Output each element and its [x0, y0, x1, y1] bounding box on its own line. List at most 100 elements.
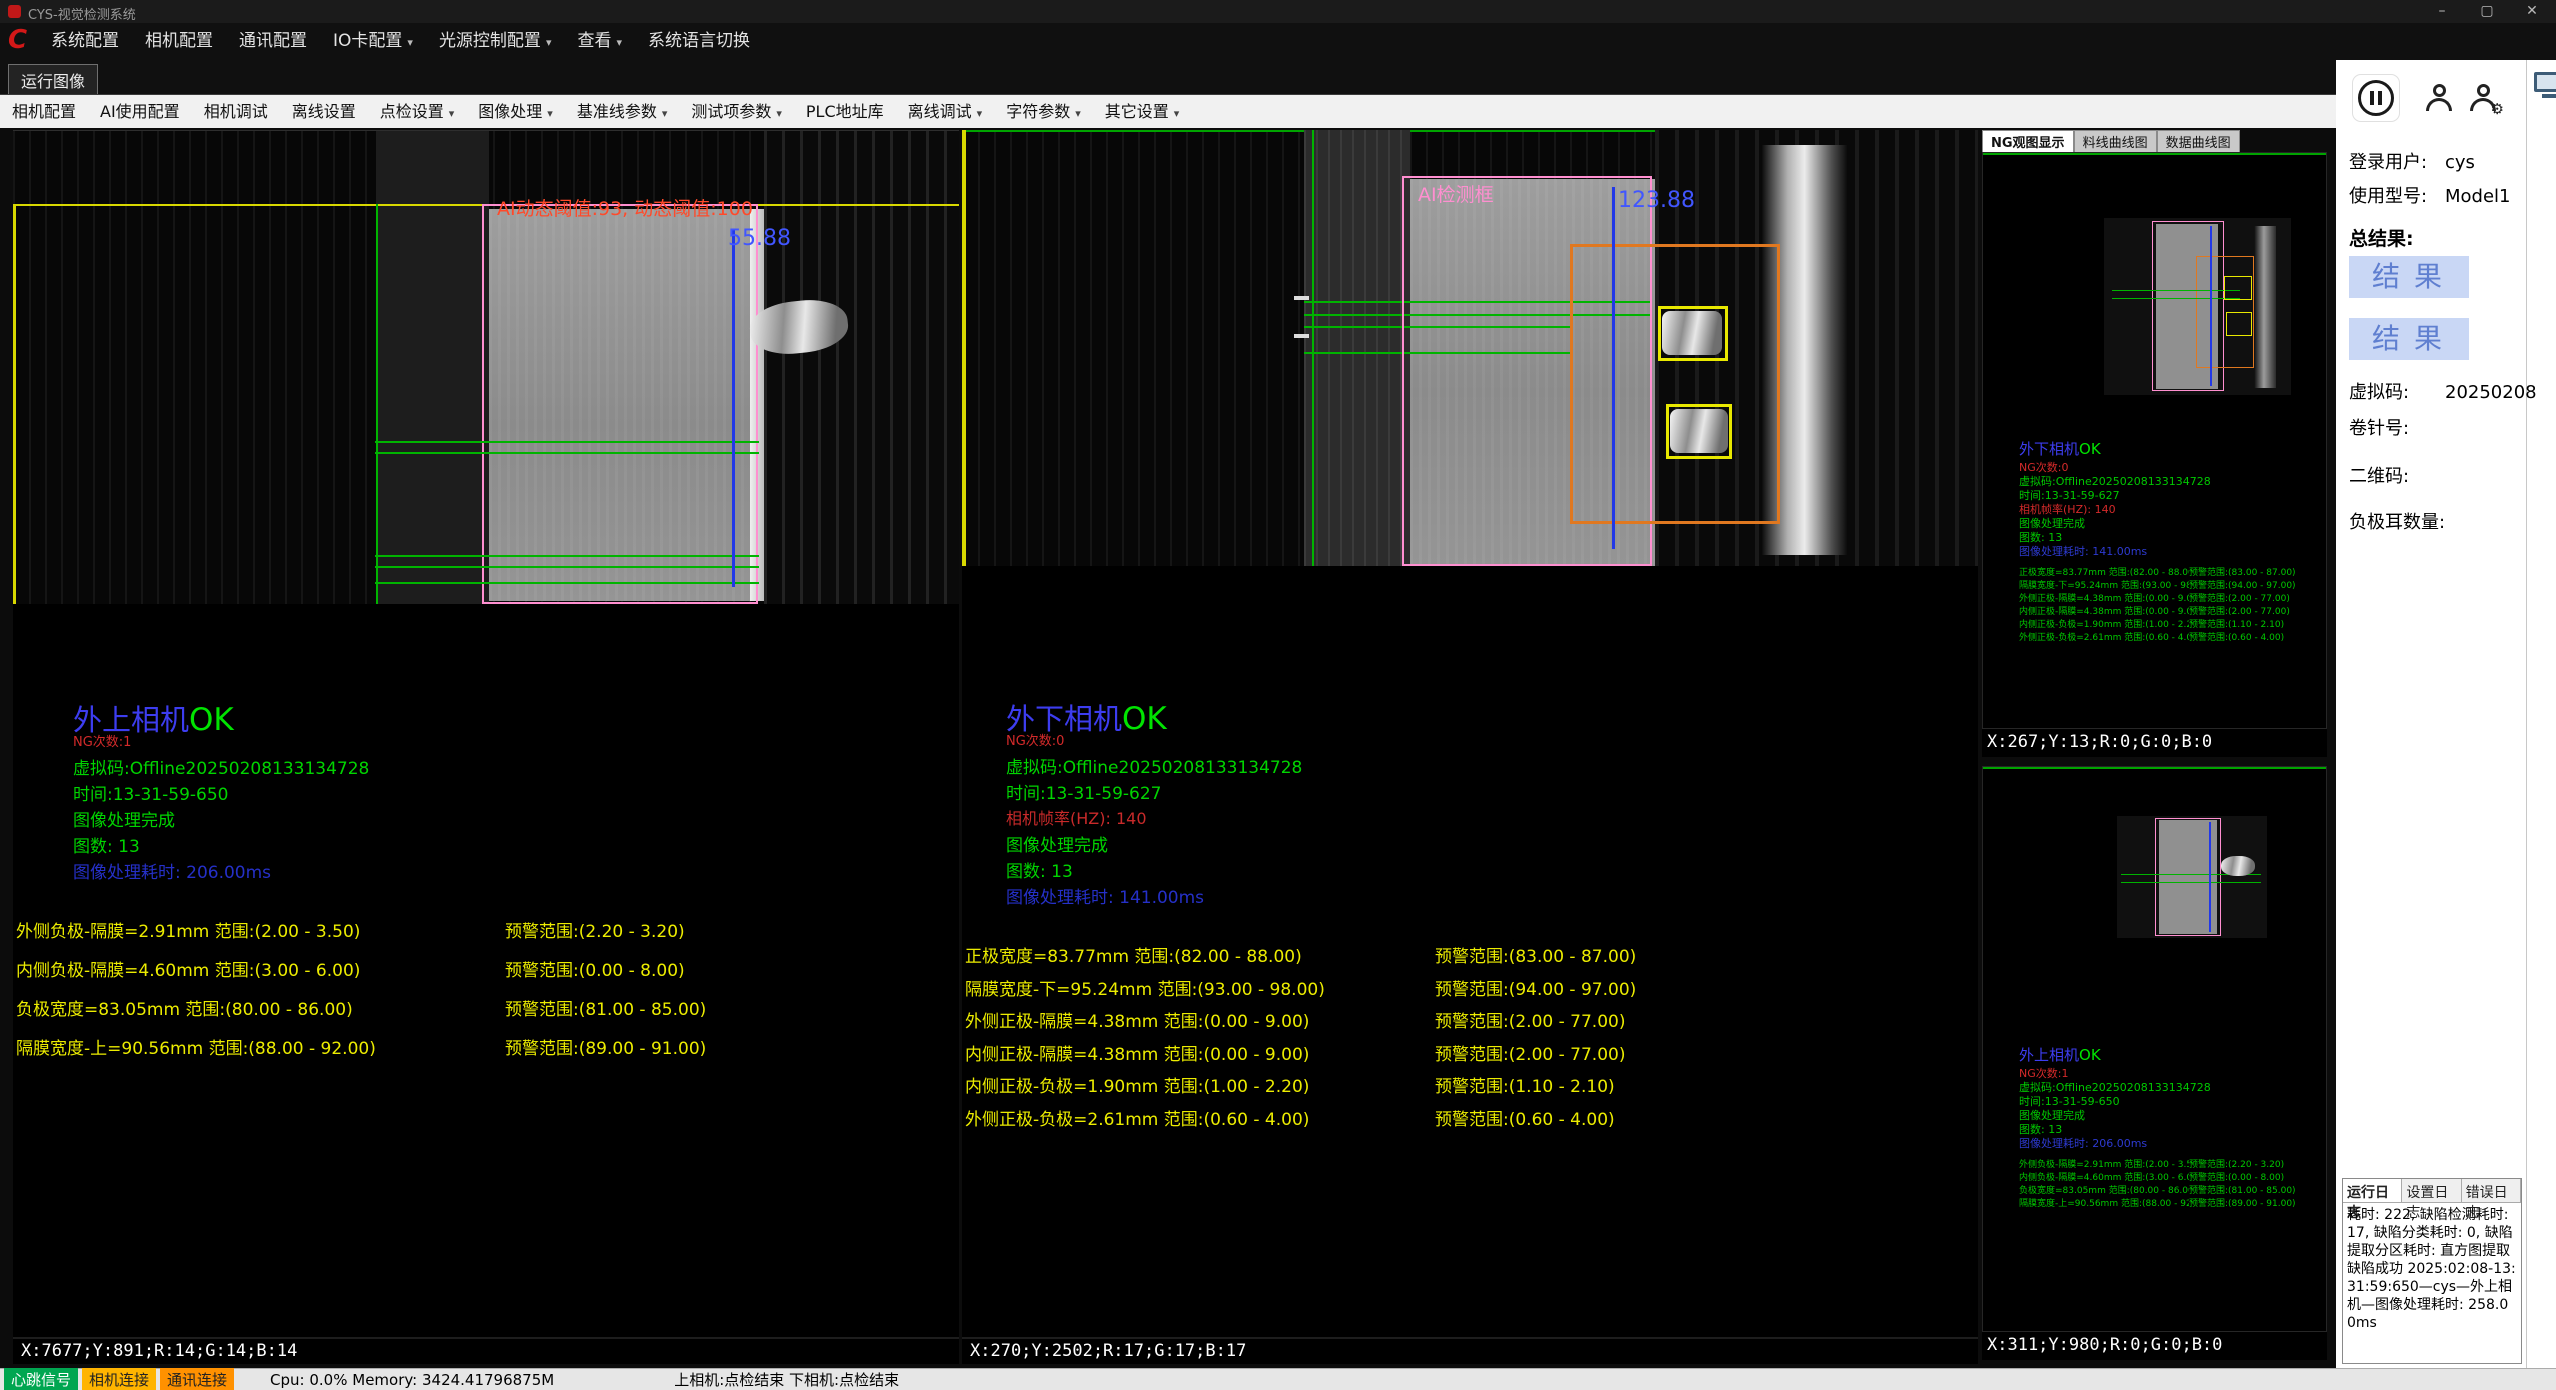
mini-measure-row: 隔膜宽度-下=95.24mm 范围:(93.00 - 98.00)预警范围:(9…: [2019, 578, 2324, 591]
menu-bar: C 系统配置 相机配置 通讯配置 IO卡配置 光源控制配置 查看 系统语言切换: [0, 23, 2556, 60]
preview-bottom-coords: X:311;Y:980;R:0;G:0;B:0: [1982, 1332, 2327, 1360]
image-texture: [376, 131, 489, 604]
toolbar-item-ai-config[interactable]: AI使用配置: [88, 95, 192, 129]
preview-top-coords: X:267;Y:13;R:0;G:0;B:0: [1982, 729, 2327, 757]
ai-threshold-label: AI动态阈值:93, 动态阈值:100: [497, 194, 753, 221]
camera-view-lower[interactable]: AI检测框 123.88 外下相机OK NG次数:0 虚拟码:Offline20…: [962, 130, 1978, 1337]
reference-green-line: [376, 204, 378, 604]
metal-tab: [1670, 409, 1728, 453]
time-text: 时间:13-31-59-650: [73, 780, 228, 805]
qr-code-row: 二维码:: [2349, 462, 2409, 488]
menu-item-language-switch[interactable]: 系统语言切换: [635, 23, 763, 60]
preview-ng-upper[interactable]: 外上相机OK NG次数:1 虚拟码:Offline202502081331347…: [1982, 766, 2327, 1332]
heartbeat-badge: 心跳信号: [4, 1368, 78, 1390]
pause-button[interactable]: [2352, 74, 2400, 122]
ai-detect-box-label: AI检测框: [1418, 180, 1494, 207]
roi-pink-box: [482, 204, 758, 604]
maximize-button[interactable]: ▢: [2466, 0, 2508, 23]
time-text: 时间:13-31-59-627: [1006, 779, 1161, 804]
measurement-row: 内侧正极-隔膜=4.38mm 范围:(0.00 - 9.00)预警范围:(2.0…: [965, 1040, 1978, 1065]
mini-measure-row: 内侧正极-负极=1.90mm 范围:(1.00 - 2.20)预警范围:(1.1…: [2019, 617, 2324, 630]
marker-dash: [1294, 334, 1309, 338]
tab-settings-log[interactable]: 设置日志: [2402, 1179, 2461, 1202]
frame-count-text: 图数: 13: [1006, 857, 1073, 882]
mini-image: [2117, 816, 2267, 938]
status-bar: 心跳信号 相机连接 通讯连接 Cpu: 0.0% Memory: 3424.41…: [0, 1368, 2556, 1390]
mini-measure-row: 外侧负极-隔膜=2.91mm 范围:(2.00 - 3.50)预警范围:(2.2…: [2019, 1157, 2324, 1170]
toolbar-item-spot-check[interactable]: 点检设置: [368, 95, 467, 129]
monitor-icon: [2534, 72, 2556, 92]
measurement-row: 负极宽度=83.05mm 范围:(80.00 - 86.00)预警范围:(81.…: [16, 995, 959, 1020]
mini-text-line: 图像处理耗时: 141.00ms: [2019, 543, 2147, 559]
cpu-memory-text: Cpu: 0.0% Memory: 3424.41796875M: [270, 1371, 554, 1389]
menu-item-system-config[interactable]: 系统配置: [38, 23, 132, 60]
camera-view-upper[interactable]: AI动态阈值:93, 动态阈值:100 55.88 外上相机OK NG次数:1 …: [13, 130, 959, 1337]
virtual-code-value: 20250208: [2445, 382, 2537, 403]
measurement-row: 隔膜宽度-下=95.24mm 范围:(93.00 - 98.00)预警范围:(9…: [965, 975, 1978, 1000]
toolbar-item-test-params[interactable]: 测试项参数: [679, 95, 794, 129]
toolbar-item-char-params[interactable]: 字符参数: [994, 95, 1093, 129]
process-done-text: 图像处理完成: [1006, 831, 1108, 856]
edge-yellow-line: [13, 204, 16, 604]
log-panel: 运行日志 设置日志 错误日志 耗时: 222, 缺陷检测耗时: 17, 缺陷分类…: [2342, 1178, 2522, 1364]
elapsed-text: 图像处理耗时: 206.00ms: [73, 858, 271, 883]
log-text: 耗时: 222, 缺陷检测耗时: 17, 缺陷分类耗时: 0, 缺陷提取分区耗时…: [2343, 1203, 2521, 1361]
tab-run-image[interactable]: 运行图像: [8, 64, 98, 96]
model-value: Model1: [2445, 186, 2511, 207]
frame-rate-text: 相机帧率(HZ): 140: [1006, 805, 1147, 829]
app-window: CYS-视觉检测系统 – ▢ ✕ C 系统配置 相机配置 通讯配置 IO卡配置 …: [0, 0, 2556, 1390]
preview-ng-lower[interactable]: 外下相机OK NG次数:0 虚拟码:Offline202502081331347…: [1982, 152, 2327, 729]
mini-measure-row: 外侧正极-隔膜=4.38mm 范围:(0.00 - 9.00)预警范围:(2.0…: [2019, 591, 2324, 604]
user-button[interactable]: [2422, 82, 2456, 116]
total-result-label: 总结果:: [2349, 224, 2414, 251]
ng-count-text: NG次数:1: [73, 731, 131, 750]
tab-run-log[interactable]: 运行日志: [2343, 1179, 2402, 1202]
login-user-value: cys: [2445, 152, 2475, 173]
menu-item-io-card-config[interactable]: IO卡配置: [320, 23, 426, 60]
virtual-code-text: 虚拟码:Offline20250208133134728: [1006, 753, 1302, 778]
menu-item-camera-config[interactable]: 相机配置: [132, 23, 226, 60]
toolbar-item-offline-debug[interactable]: 离线调试: [896, 95, 995, 129]
tab-ng-view[interactable]: NG观图显示: [1982, 130, 2074, 152]
measure-green-line: [2112, 290, 2240, 291]
minimize-button[interactable]: –: [2421, 0, 2463, 23]
result-badge-1: 结果: [2349, 256, 2469, 298]
tab-line-chart[interactable]: 料线曲线图: [2074, 130, 2157, 152]
measurement-row: 外侧负极-隔膜=2.91mm 范围:(2.00 - 3.50)预警范围:(2.2…: [16, 917, 959, 942]
toolbar-item-camera-config[interactable]: 相机配置: [0, 95, 88, 129]
measure-blue-line: [1612, 187, 1615, 549]
user-settings-button[interactable]: ⚙: [2466, 82, 2500, 116]
toolbar-item-offline-settings[interactable]: 离线设置: [280, 95, 368, 129]
virtual-code-row: 虚拟码:20250208: [2349, 378, 2537, 404]
menu-item-view[interactable]: 查看: [564, 23, 635, 60]
toolbar-item-other-settings[interactable]: 其它设置: [1093, 95, 1192, 129]
toolbar-item-camera-debug[interactable]: 相机调试: [192, 95, 280, 129]
measurement-row: 外侧正极-负极=2.61mm 范围:(0.60 - 4.00)预警范围:(0.6…: [965, 1105, 1978, 1130]
menu-item-light-control[interactable]: 光源控制配置: [426, 23, 565, 60]
camera-connection-badge: 相机连接: [82, 1368, 156, 1390]
measure-green-line: [2121, 882, 2261, 883]
toolbar-item-baseline-params[interactable]: 基准线参数: [565, 95, 680, 129]
metal-tab: [1662, 311, 1722, 355]
camera-upper-image: AI动态阈值:93, 动态阈值:100 55.88: [13, 131, 959, 604]
mini-measure-row: 内侧正极-隔膜=4.38mm 范围:(0.00 - 9.00)预警范围:(2.0…: [2019, 604, 2324, 617]
elapsed-text: 图像处理耗时: 141.00ms: [1006, 883, 1204, 908]
toolbar-item-plc-address[interactable]: PLC地址库: [794, 95, 896, 129]
mini-camera-title: 外上相机OK: [2019, 1044, 2101, 1065]
menu-item-comm-config[interactable]: 通讯配置: [226, 23, 320, 60]
toolbar: 相机配置 AI使用配置 相机调试 离线设置 点检设置 图像处理 基准线参数 测试…: [0, 94, 2336, 128]
monitor-button[interactable]: [2534, 72, 2556, 100]
defect-yellow-box: [2224, 276, 2252, 300]
tab-error-log[interactable]: 错误日志: [2462, 1179, 2521, 1202]
defect-yellow-box: [2226, 312, 2252, 336]
app-logo-icon: C: [4, 27, 38, 57]
toolbar-item-image-processing[interactable]: 图像处理: [466, 95, 565, 129]
close-button[interactable]: ✕: [2511, 0, 2553, 23]
measurement-row: 内侧正极-负极=1.90mm 范围:(1.00 - 2.20)预警范围:(1.1…: [965, 1072, 1978, 1097]
pause-icon: [2358, 80, 2394, 116]
tab-data-chart[interactable]: 数据曲线图: [2157, 130, 2240, 152]
camera-upper-coords: X:7677;Y:891;R:14;G:14;B:14: [13, 1337, 959, 1364]
edge-yellow-line: [962, 130, 966, 566]
top-green-line: [1983, 153, 2326, 155]
window-title: CYS-视觉检测系统: [28, 4, 136, 23]
